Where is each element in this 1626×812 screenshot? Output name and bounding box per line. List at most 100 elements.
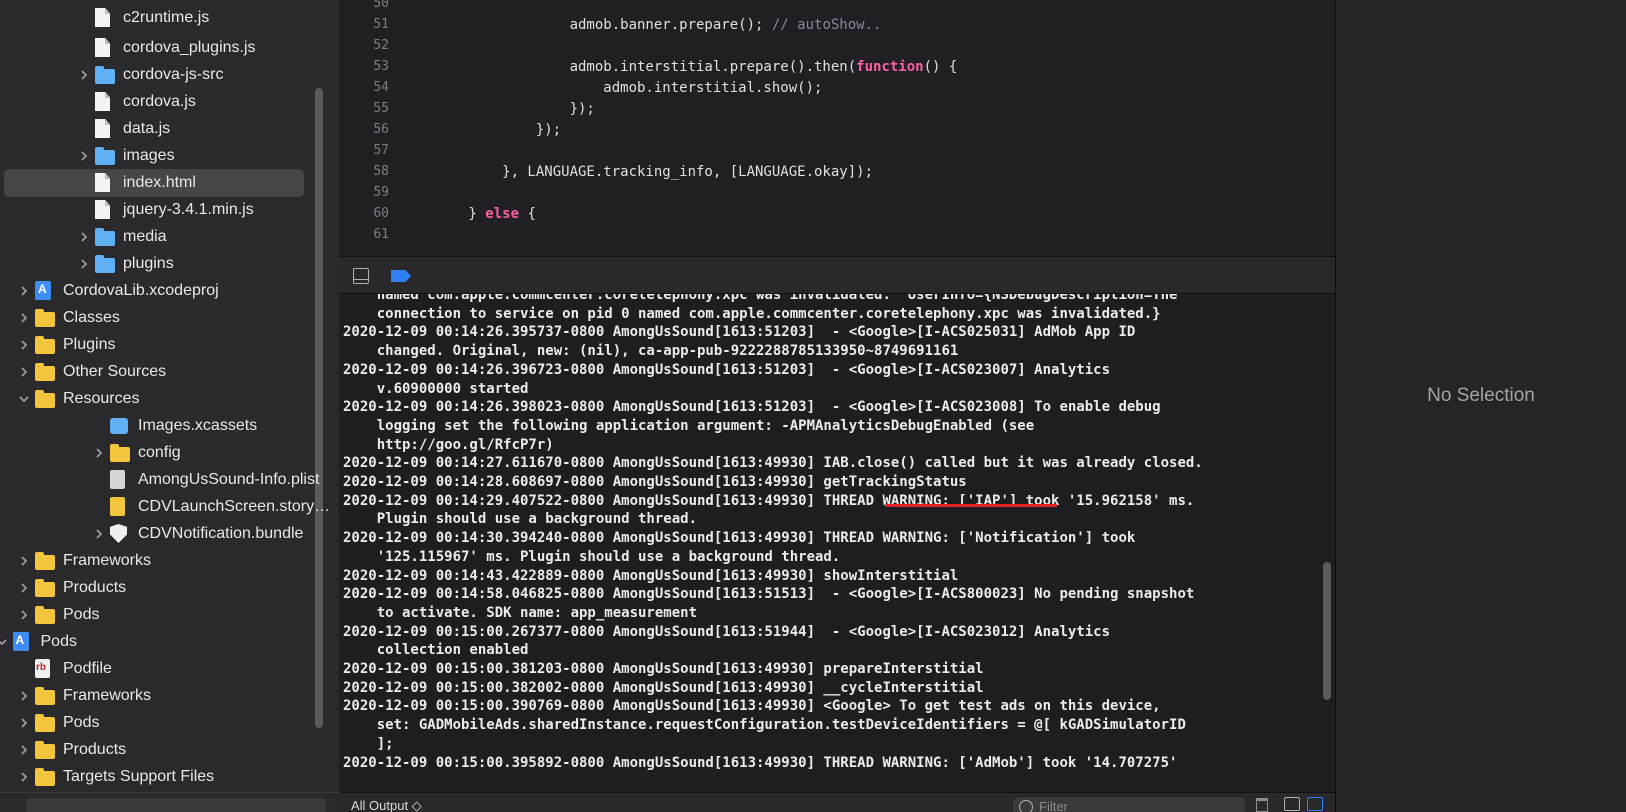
console-log-line: v.60900000 started (343, 380, 529, 397)
code-text: admob.interstitial.prepare().then(functi… (401, 56, 958, 78)
navigator-item-label: config (138, 444, 181, 461)
navigator-item[interactable]: Pods (0, 628, 339, 656)
console-log-line: 2020-12-09 00:14:29.407522-0800 AmongUsS… (343, 492, 1195, 509)
output-selector[interactable]: All Output ◇ (351, 798, 422, 812)
navigator-item[interactable]: Products (0, 736, 339, 764)
chevron-down-icon[interactable] (0, 628, 9, 656)
navigator-scrollbar[interactable] (315, 88, 323, 728)
chevron-right-icon[interactable] (17, 277, 31, 305)
console-log-line: collection enabled (343, 642, 529, 659)
chevron-right-icon[interactable] (17, 601, 31, 629)
folder-icon (35, 363, 55, 381)
line-number: 59 (373, 185, 389, 200)
navigator-item[interactable]: CordovaLib.xcodeproj (0, 277, 339, 305)
chevron-right-icon[interactable] (77, 61, 91, 89)
breakpoints-toggle-icon[interactable] (391, 270, 411, 282)
code-keyword: else (485, 206, 520, 222)
hide-debug-area-icon[interactable] (353, 268, 369, 284)
console-scrollbar[interactable] (1323, 562, 1331, 700)
code-segment: () { (923, 59, 958, 75)
chevron-right-icon[interactable] (77, 142, 91, 170)
chevron-down-icon[interactable] (17, 385, 31, 413)
code-segment: admob.banner.prepare(); (401, 17, 772, 33)
navigator-item[interactable]: cordova-js-src (0, 61, 339, 89)
navigator-item-label: cordova-js-src (123, 66, 224, 83)
chevron-right-icon[interactable] (17, 304, 31, 332)
code-line: 59 (339, 182, 1335, 204)
folder-icon (35, 336, 55, 354)
navigator-item[interactable]: media (0, 223, 339, 251)
navigator-item[interactable]: Resources (0, 385, 339, 413)
chevron-right-icon[interactable] (17, 682, 31, 710)
js-file-icon (95, 92, 110, 111)
show-variables-view-icon[interactable] (1284, 797, 1300, 811)
project-navigator: c2runtime.js cordova_plugins.js cordova-js… (0, 0, 339, 812)
trash-icon[interactable] (1256, 798, 1268, 812)
chevron-right-icon[interactable] (17, 331, 31, 359)
chevron-right-icon[interactable] (17, 358, 31, 386)
navigator-item[interactable]: index.html (0, 169, 339, 197)
navigator-item[interactable]: AmongUsSound-Info.plist (0, 466, 339, 494)
navigator-item[interactable]: Products (0, 574, 339, 602)
navigator-item[interactable]: Other Sources (0, 358, 339, 386)
chevron-right-icon[interactable] (77, 223, 91, 251)
code-segment: admob.interstitial.show(); (401, 80, 823, 96)
source-editor[interactable]: 50 51 admob.banner.prepare(); // autoShow… (339, 0, 1335, 256)
code-text: admob.interstitial.show(); (401, 77, 822, 99)
folder-icon (95, 66, 115, 84)
navigator-item[interactable]: cordova_plugins.js (0, 34, 339, 62)
navigator-item[interactable]: Targets Support Files (0, 763, 339, 791)
navigator-item[interactable]: Images.xcassets (0, 412, 339, 440)
console-footer: All Output ◇ Filter (339, 792, 1335, 812)
chevron-right-icon[interactable] (17, 736, 31, 764)
navigator-item[interactable]: CDVLaunchScreen.story… (0, 493, 339, 521)
show-console-view-icon[interactable] (1307, 797, 1323, 811)
debug-bar (339, 256, 1335, 294)
navigator-item[interactable]: Podfile (0, 655, 339, 683)
console-output[interactable]: named com.apple.commcenter.coretelephony… (339, 294, 1335, 792)
line-number: 54 (373, 80, 389, 95)
folder-icon (35, 606, 55, 624)
chevron-right-icon[interactable] (17, 547, 31, 575)
chevron-right-icon[interactable] (92, 439, 106, 467)
chevron-right-icon[interactable] (92, 520, 106, 548)
folder-icon (35, 714, 55, 732)
chevron-right-icon[interactable] (77, 250, 91, 278)
navigator-item[interactable]: data.js (0, 115, 339, 143)
chevron-right-icon[interactable] (17, 709, 31, 737)
js-file-icon (95, 38, 110, 57)
navigator-item[interactable]: Frameworks (0, 547, 339, 575)
navigator-item-label: images (123, 147, 175, 164)
console-filter-field[interactable]: Filter (1013, 797, 1245, 812)
navigator-item[interactable]: plugins (0, 250, 339, 278)
folder-icon (95, 255, 115, 273)
navigator-item[interactable]: Pods (0, 601, 339, 629)
navigator-item-label: plugins (123, 255, 174, 272)
folder-icon (35, 552, 55, 570)
code-text: }); (401, 98, 595, 120)
navigator-item[interactable]: c2runtime.js (0, 4, 339, 32)
chevron-right-icon[interactable] (17, 763, 31, 791)
navigator-item[interactable]: images (0, 142, 339, 170)
navigator-item[interactable]: jquery-3.4.1.min.js (0, 196, 339, 224)
navigator-filter-field[interactable] (26, 798, 326, 812)
navigator-item[interactable]: Pods (0, 709, 339, 737)
console-log-line: set: GADMobileAds.sharedInstance.request… (343, 717, 1186, 734)
navigator-item-label: Podfile (63, 660, 112, 677)
navigator-item-label: media (123, 228, 167, 245)
line-number: 51 (373, 17, 389, 32)
navigator-item-label: data.js (123, 120, 171, 137)
console-log-line: changed. Original, new: (nil), ca-app-pu… (343, 343, 959, 360)
navigator-item[interactable]: Frameworks (0, 682, 339, 710)
code-segment: admob.interstitial.prepare().then( (401, 59, 857, 75)
navigator-item[interactable]: Classes (0, 304, 339, 332)
line-number: 53 (373, 59, 389, 74)
navigator-item[interactable]: config (0, 439, 339, 467)
navigator-item[interactable]: cordova.js (0, 88, 339, 116)
console-log-line: 2020-12-09 00:14:28.608697-0800 AmongUsS… (343, 474, 967, 490)
navigator-item[interactable]: CDVNotification.bundle (0, 520, 339, 548)
console-log-line: 2020-12-09 00:14:26.398023-0800 AmongUsS… (343, 399, 1161, 416)
chevron-right-icon[interactable] (17, 574, 31, 602)
navigator-item[interactable]: Plugins (0, 331, 339, 359)
storyboard-icon (110, 497, 125, 516)
